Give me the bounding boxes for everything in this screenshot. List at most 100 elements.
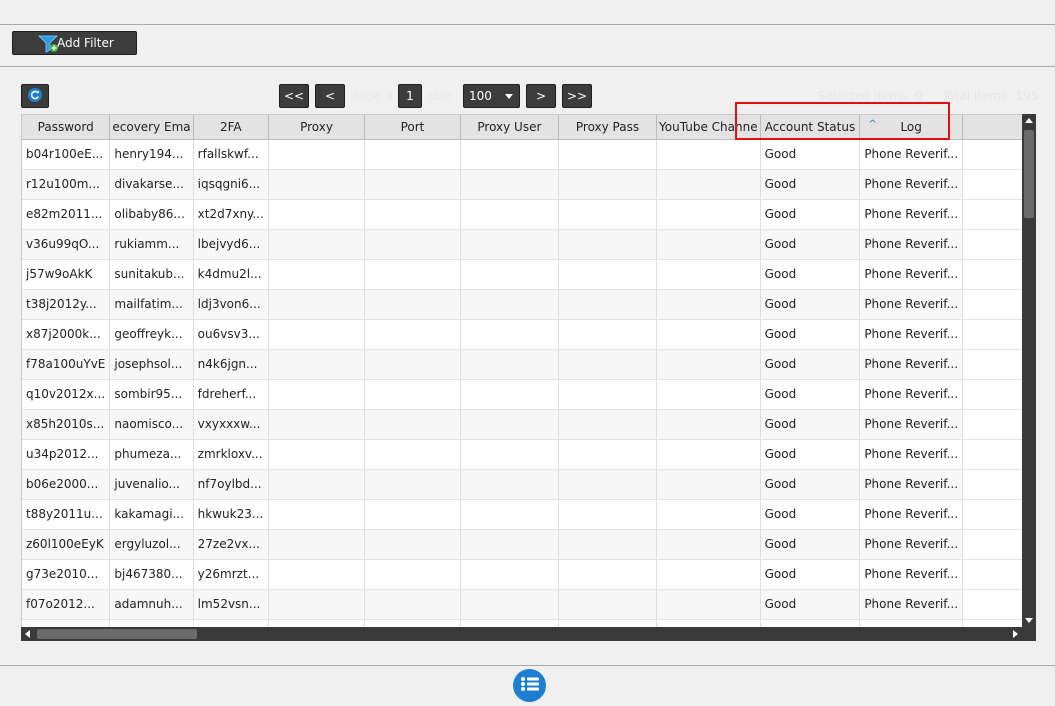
table-cell[interactable]: xt2d7xny... (193, 199, 269, 230)
table-cell[interactable]: v36u99qO... (22, 229, 111, 260)
page-size-select[interactable]: 100 (463, 84, 520, 108)
table-row[interactable]: e82m2011... olibaby86... xt2d7xny... Good Ph… (22, 199, 1035, 230)
table-cell[interactable]: Phone Reverif... (859, 409, 964, 440)
table-cell[interactable]: divakarse... (109, 169, 194, 200)
table-cell[interactable]: rfallskwf... (193, 139, 269, 170)
table-cell[interactable] (558, 349, 658, 380)
table-cell[interactable] (558, 229, 658, 260)
table-cell[interactable] (364, 349, 461, 380)
table-cell[interactable]: z60l100eEyK (22, 529, 111, 560)
table-cell[interactable]: Good (760, 499, 861, 530)
table-cell[interactable] (558, 499, 658, 530)
table-cell[interactable]: Phone Reverif... (859, 439, 964, 470)
table-row[interactable]: t88y2011u... kakamagi... hkwuk23... Good Pho… (22, 499, 1035, 530)
table-cell[interactable]: Phone Reverif... (859, 139, 964, 170)
table-cell[interactable]: naomisco... (109, 409, 194, 440)
table-cell[interactable] (364, 139, 461, 170)
table-cell[interactable]: sunitakub... (109, 259, 194, 290)
table-cell[interactable]: fdreherf... (193, 379, 269, 410)
table-cell[interactable]: e82m2011... (22, 199, 111, 230)
table-cell[interactable]: Good (760, 559, 861, 590)
table-row[interactable]: z60l100eEyK ergyluzol... 27ze2vx... Good Pho… (22, 529, 1035, 560)
table-cell[interactable] (364, 559, 461, 590)
last-page-button[interactable]: >> (562, 84, 592, 108)
table-cell[interactable]: Phone Reverif... (859, 229, 964, 260)
table-cell[interactable] (656, 409, 761, 440)
table-cell[interactable]: x87j2000k... (22, 319, 111, 350)
table-row[interactable]: f78a100uYvE josephsol... n4k6jgn... Good Pho… (22, 349, 1035, 380)
table-cell[interactable]: t88y2011u... (22, 499, 111, 530)
table-cell[interactable]: Good (760, 199, 861, 230)
scroll-down-icon[interactable] (1025, 618, 1033, 623)
table-cell[interactable]: Good (760, 589, 861, 620)
table-cell[interactable] (656, 319, 761, 350)
table-cell[interactable] (558, 379, 658, 410)
table-cell[interactable] (268, 349, 366, 380)
table-cell[interactable] (460, 259, 559, 290)
add-filter-button[interactable]: Add Filter (12, 31, 137, 55)
table-cell[interactable]: b04r100eE... (22, 139, 111, 170)
table-cell[interactable]: ldj3von6... (193, 289, 269, 320)
table-cell[interactable] (656, 289, 761, 320)
table-cell[interactable] (558, 319, 658, 350)
table-cell[interactable]: q10v2012x... (22, 379, 111, 410)
table-cell[interactable]: Good (760, 469, 861, 500)
table-row[interactable]: r12u100m... divakarse... iqsqgni6... Good Ph… (22, 169, 1035, 200)
table-cell[interactable]: g73e2010... (22, 559, 111, 590)
table-cell[interactable]: ergyluzol... (109, 529, 194, 560)
table-cell[interactable]: y26mrzt... (193, 559, 269, 590)
table-cell[interactable] (558, 529, 658, 560)
table-cell[interactable]: Phone Reverif... (859, 529, 964, 560)
table-cell[interactable] (268, 259, 366, 290)
table-cell[interactable] (268, 379, 366, 410)
table-cell[interactable]: kakamagi... (109, 499, 194, 530)
scroll-left-icon[interactable] (25, 630, 30, 638)
table-cell[interactable]: josephsol... (109, 349, 194, 380)
table-cell[interactable] (268, 499, 366, 530)
menu-button[interactable] (513, 669, 546, 702)
table-cell[interactable] (460, 559, 559, 590)
table-cell[interactable] (460, 319, 559, 350)
table-cell[interactable]: sombir95... (109, 379, 194, 410)
next-page-button[interactable]: > (526, 84, 556, 108)
table-cell[interactable]: t38j2012y... (22, 289, 111, 320)
table-cell[interactable]: Phone Reverif... (859, 469, 964, 500)
table-cell[interactable]: Phone Reverif... (859, 499, 964, 530)
column-header[interactable]: Password (22, 115, 111, 140)
table-cell[interactable]: Phone Reverif... (859, 349, 964, 380)
table-row[interactable]: q10v2012x... sombir95... fdreherf... Good Ph… (22, 379, 1035, 410)
table-cell[interactable]: phumeza... (109, 439, 194, 470)
table-cell[interactable] (364, 319, 461, 350)
table-cell[interactable] (656, 349, 761, 380)
table-cell[interactable]: vxyxxxw... (193, 409, 269, 440)
table-cell[interactable] (460, 169, 559, 200)
vertical-scroll-thumb[interactable] (1024, 130, 1034, 218)
table-cell[interactable]: Good (760, 379, 861, 410)
table-cell[interactable]: Phone Reverif... (859, 259, 964, 290)
table-cell[interactable] (460, 229, 559, 260)
table-cell[interactable]: olibaby86... (109, 199, 194, 230)
column-header[interactable]: Proxy (268, 115, 366, 140)
table-cell[interactable] (656, 199, 761, 230)
table-cell[interactable] (460, 289, 559, 320)
table-cell[interactable]: iqsqgni6... (193, 169, 269, 200)
table-cell[interactable]: Phone Reverif... (859, 589, 964, 620)
table-cell[interactable]: zmrkloxv... (193, 439, 269, 470)
horizontal-scroll-thumb[interactable] (37, 629, 197, 639)
table-cell[interactable]: Phone Reverif... (859, 199, 964, 230)
table-cell[interactable] (268, 139, 366, 170)
table-cell[interactable] (268, 559, 366, 590)
table-cell[interactable] (656, 469, 761, 500)
column-header[interactable]: ecovery Ema (109, 115, 194, 140)
table-cell[interactable] (460, 349, 559, 380)
table-cell[interactable] (364, 439, 461, 470)
table-cell[interactable]: nf7oylbd... (193, 469, 269, 500)
table-cell[interactable]: Good (760, 529, 861, 560)
table-cell[interactable] (364, 469, 461, 500)
table-cell[interactable]: ou6vsv3... (193, 319, 269, 350)
table-cell[interactable] (268, 289, 366, 320)
table-cell[interactable]: Phone Reverif... (859, 289, 964, 320)
table-cell[interactable]: geoffreyk... (109, 319, 194, 350)
column-header[interactable]: Proxy User (460, 115, 559, 140)
table-cell[interactable]: hkwuk23... (193, 499, 269, 530)
